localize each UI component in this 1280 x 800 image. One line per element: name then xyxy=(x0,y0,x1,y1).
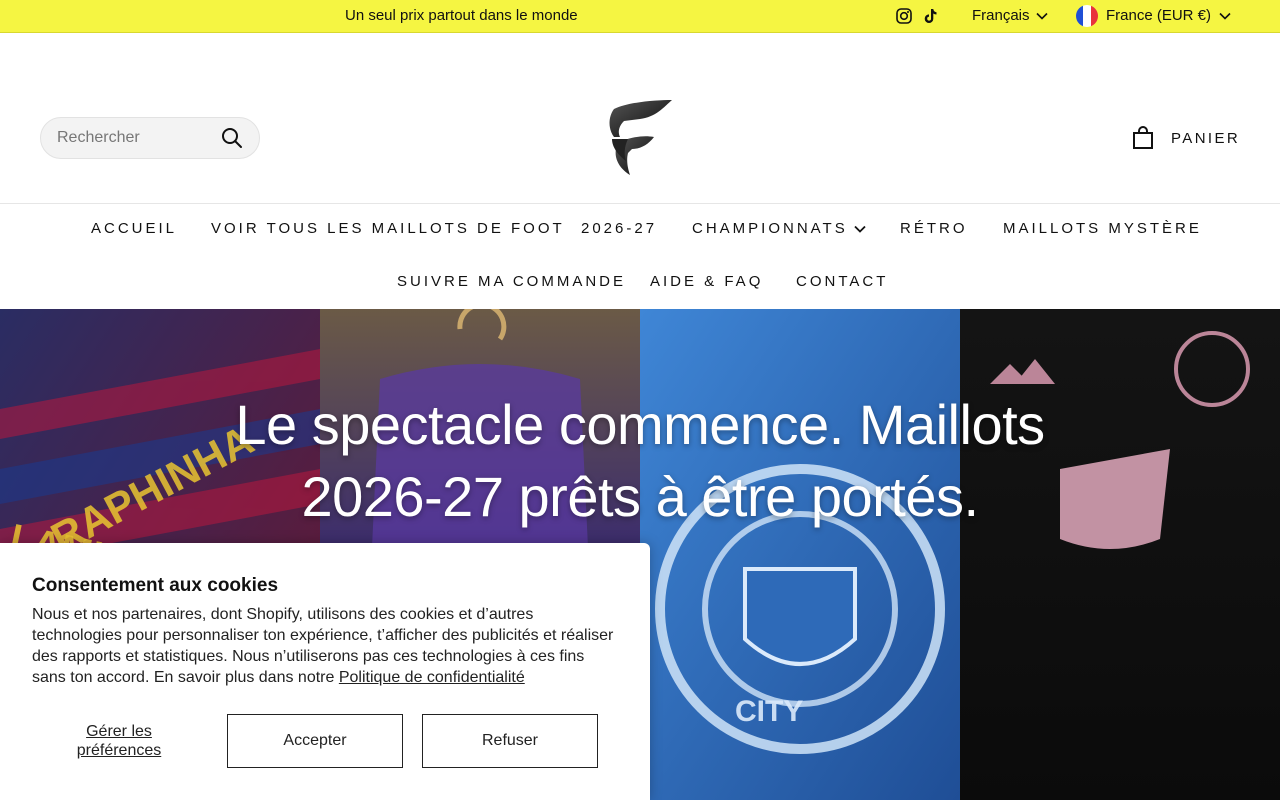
cart-button[interactable]: PANIER xyxy=(1131,126,1240,150)
search-icon[interactable] xyxy=(221,127,243,149)
site-header: PANIER xyxy=(0,33,1280,204)
cookie-consent-banner: Consentement aux cookies Nous et nos par… xyxy=(0,543,650,800)
nav-item-label: AIDE & FAQ xyxy=(650,273,764,290)
hero-title-line2: 2026-27 prêts à être portés. xyxy=(301,465,979,528)
language-selector[interactable]: Français xyxy=(972,0,1048,32)
main-navigation: ACCUEIL VOIR TOUS LES MAILLOTS DE FOOT 2… xyxy=(0,204,1280,309)
chevron-down-icon xyxy=(1035,12,1048,20)
nav-item-label: CHAMPIONNATS xyxy=(692,220,848,237)
nav-item-label: 2026-27 xyxy=(581,220,658,237)
announcement-text: Un seul prix partout dans le monde xyxy=(345,7,578,24)
nav-item-mystery-jerseys[interactable]: MAILLOTS MYSTÈRE xyxy=(1003,204,1202,254)
nav-item-track-order[interactable]: SUIVRE MA COMMANDE xyxy=(397,257,626,307)
nav-item-retro[interactable]: RÉTRO xyxy=(900,204,968,254)
nav-item-all-jerseys[interactable]: VOIR TOUS LES MAILLOTS DE FOOT xyxy=(211,204,565,254)
france-flag-icon xyxy=(1076,5,1098,27)
manage-preferences-line1: Gérer les xyxy=(86,723,152,740)
announcement-bar: Un seul prix partout dans le monde Franç… xyxy=(0,0,1280,33)
country-selector[interactable]: France (EUR €) xyxy=(1076,0,1231,32)
country-label: France (EUR €) xyxy=(1106,7,1212,24)
language-label: Français xyxy=(972,7,1030,24)
instagram-icon[interactable] xyxy=(896,8,912,24)
refuse-button[interactable]: Refuser xyxy=(422,714,598,768)
nav-item-accueil[interactable]: ACCUEIL xyxy=(91,204,177,254)
hero-title: Le spectacle commence. Maillots 2026-27 … xyxy=(0,389,1280,533)
privacy-policy-link[interactable]: Politique de confidentialité xyxy=(339,669,525,686)
nav-item-label: SUIVRE MA COMMANDE xyxy=(397,273,627,290)
tiktok-icon[interactable] xyxy=(922,8,938,24)
manage-preferences-line2: préférences xyxy=(76,742,162,759)
nav-item-2026-27[interactable]: 2026-27 xyxy=(581,204,657,254)
brand-logo[interactable] xyxy=(604,97,676,177)
accept-button[interactable]: Accepter xyxy=(227,714,403,768)
shopping-bag-icon xyxy=(1133,126,1153,149)
cookie-description: Nous et nos partenaires, dont Shopify, u… xyxy=(32,604,622,688)
search-bar[interactable] xyxy=(40,117,260,159)
chevron-down-icon xyxy=(1219,12,1231,20)
nav-item-label: CONTACT xyxy=(796,273,889,290)
nav-item-label: RÉTRO xyxy=(900,220,968,237)
cookie-title: Consentement aux cookies xyxy=(32,575,279,596)
hero-title-line1: Le spectacle commence. Maillots xyxy=(235,393,1045,456)
nav-item-label: VOIR TOUS LES MAILLOTS DE FOOT xyxy=(211,220,565,237)
chevron-down-icon xyxy=(854,225,866,233)
search-input[interactable] xyxy=(57,129,221,147)
nav-item-help-faq[interactable]: AIDE & FAQ xyxy=(650,257,763,307)
svg-text:CITY: CITY xyxy=(735,695,803,728)
nav-item-championnats[interactable]: CHAMPIONNATS xyxy=(692,204,866,254)
manage-preferences-button[interactable]: Gérer les préférences xyxy=(32,722,206,760)
cookie-body-text: Nous et nos partenaires, dont Shopify, u… xyxy=(32,606,614,686)
nav-item-contact[interactable]: CONTACT xyxy=(796,257,888,307)
nav-item-label: MAILLOTS MYSTÈRE xyxy=(1003,220,1202,237)
nav-item-label: ACCUEIL xyxy=(91,220,178,237)
cart-label: PANIER xyxy=(1171,129,1241,147)
